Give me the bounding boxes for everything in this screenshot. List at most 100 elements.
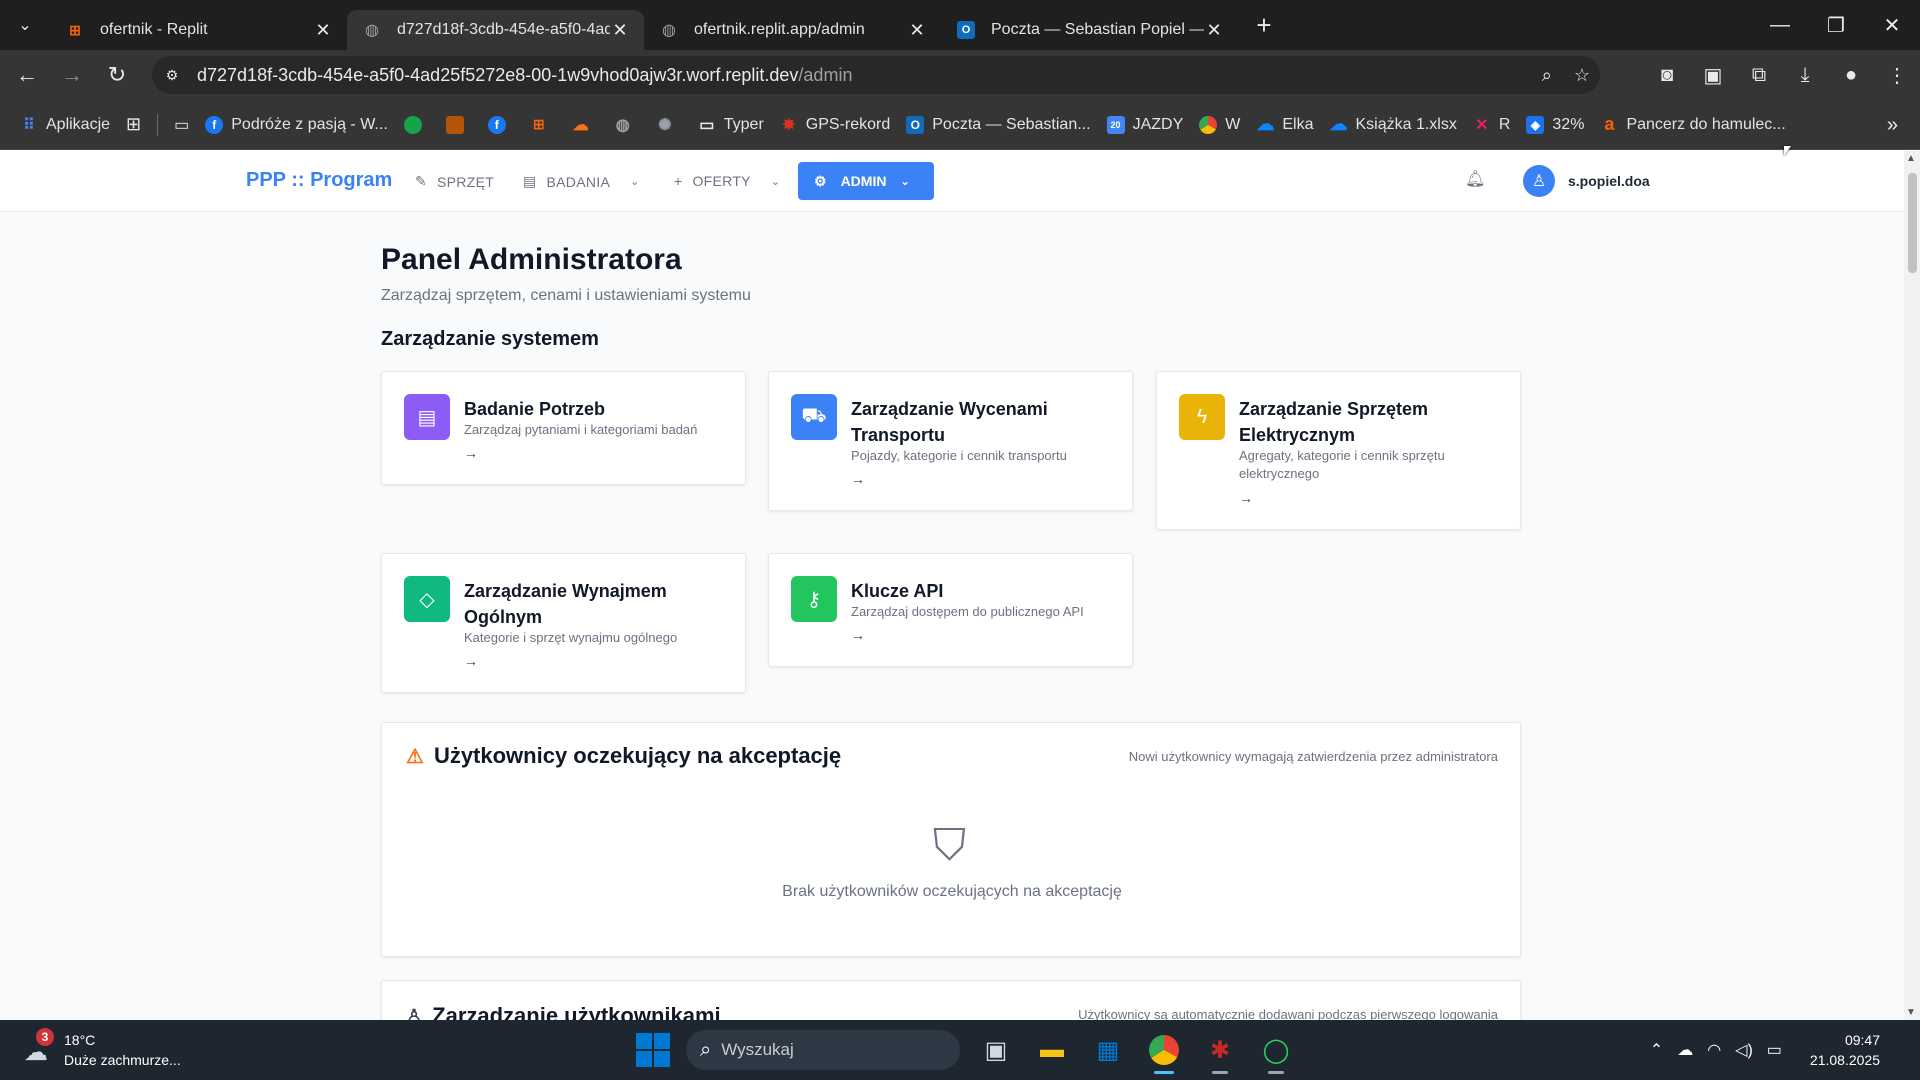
nav-label: ADMIN: [840, 173, 887, 189]
bookmark-gps[interactable]: ✸ GPS-rekord: [772, 109, 898, 141]
brand-logo[interactable]: PPP :: Program: [246, 169, 392, 192]
bookmark-icon-only[interactable]: [396, 109, 438, 141]
search-icon: ⌕: [700, 1038, 712, 1061]
close-tab-icon[interactable]: ✕: [610, 20, 630, 41]
panel-note: Użytkownicy są automatycznie dodawani po…: [1078, 1007, 1498, 1020]
camera-icon[interactable]: ◙: [1644, 64, 1690, 87]
url-text[interactable]: d727d18f-3cdb-454e-a5f0-4ad25f5272e8-00-…: [197, 65, 852, 86]
clipboard-icon: ▤: [523, 173, 537, 189]
chevron-down-icon: ⌄: [630, 176, 640, 188]
more-bookmarks-icon[interactable]: »: [1887, 100, 1898, 150]
close-window-icon[interactable]: ✕: [1864, 0, 1920, 50]
card-wyceny-transportu[interactable]: ⛟ Zarządzanie Wycenami Transportu Pojazd…: [768, 371, 1133, 511]
close-tab-icon[interactable]: ✕: [1204, 20, 1224, 41]
bookmark-w[interactable]: W: [1191, 109, 1248, 141]
bookmark-poczta[interactable]: O Poczta — Sebastian...: [898, 109, 1098, 141]
back-icon[interactable]: ←: [9, 57, 45, 93]
task-view-icon[interactable]: ▣: [976, 1030, 1016, 1070]
windows-start-icon[interactable]: [636, 1033, 670, 1067]
download-icon[interactable]: ⤓: [1782, 64, 1828, 87]
bookmark-icon-only[interactable]: f: [480, 109, 522, 141]
empty-state-text: Brak użytkowników oczekujących na akcept…: [782, 883, 1122, 900]
browser-tab-2[interactable]: ◍ d727d18f-3cdb-454e-a5f0-4ad ✕: [347, 10, 644, 50]
bookmark-pancerz[interactable]: a Pancerz do hamulec...: [1592, 109, 1793, 141]
weather-widget[interactable]: ☁ 3 18°C Duże zachmurze...: [20, 1028, 200, 1072]
bookmark-jazdy[interactable]: 20 JAZDY: [1099, 109, 1192, 141]
arrow-right-icon: →: [1239, 490, 1253, 506]
game-app-icon[interactable]: ✱: [1200, 1030, 1240, 1074]
wifi-icon[interactable]: ◠: [1707, 1040, 1721, 1060]
scroll-down-icon[interactable]: ▼: [1906, 1007, 1916, 1018]
onedrive-tray-icon[interactable]: ☁: [1677, 1040, 1693, 1060]
bookmark-32[interactable]: ◈ 32%: [1518, 109, 1592, 141]
restore-icon[interactable]: ❐: [1808, 0, 1864, 50]
bookmark-icon-only[interactable]: ☁: [564, 109, 606, 141]
taskbar-search[interactable]: ⌕ Wyszukaj: [686, 1030, 960, 1070]
clipboard-icon: ▤: [404, 394, 450, 440]
nav-admin-button[interactable]: ⚙ ADMIN ⌄: [798, 162, 934, 200]
plus-icon: +: [674, 173, 683, 189]
browser-tab-3[interactable]: ◍ ofertnik.replit.app/admin ✕: [644, 10, 941, 50]
card-wynajem-ogolny[interactable]: ◇ Zarządzanie Wynajmem Ogólnym Kategorie…: [381, 553, 746, 693]
folder-icon[interactable]: ▭: [166, 109, 197, 141]
notification-bell-icon[interactable]: 🔔︎: [1465, 169, 1485, 189]
browser-tab-1[interactable]: ⊞ ofertnik - Replit ✕: [50, 10, 347, 50]
username[interactable]: s.popiel.doa: [1568, 173, 1650, 189]
forward-icon[interactable]: →: [54, 57, 90, 93]
chevron-up-icon[interactable]: ⌃: [1650, 1040, 1663, 1060]
card-sprzet-elektryczny[interactable]: ϟ Zarządzanie Sprzętem Elektrycznym Agre…: [1156, 371, 1521, 530]
site-settings-icon[interactable]: ⚙: [157, 60, 187, 90]
profile-avatar-icon[interactable]: ●: [1828, 64, 1874, 87]
cast-icon[interactable]: ▣: [1690, 63, 1736, 88]
close-tab-icon[interactable]: ✕: [313, 20, 333, 41]
bookmark-label: Książka 1.xlsx: [1355, 115, 1457, 133]
close-tab-icon[interactable]: ✕: [907, 20, 927, 41]
card-klucze-api[interactable]: ⚷ Klucze API Zarządzaj dostępem do publi…: [768, 553, 1133, 667]
bookmark-icon-only[interactable]: ◍: [606, 109, 648, 141]
scrollbar-thumb[interactable]: [1908, 173, 1917, 273]
whatsapp-icon[interactable]: ◯: [1256, 1030, 1296, 1074]
chrome-taskbar-icon[interactable]: [1144, 1030, 1184, 1074]
file-explorer-icon[interactable]: ▬: [1032, 1030, 1072, 1070]
nav-oferty[interactable]: + OFERTY ⌄: [674, 173, 780, 189]
bookmark-label: Podróże z pasją - W...: [231, 115, 388, 133]
bookmark-ksiazka[interactable]: ☁ Książka 1.xlsx: [1321, 109, 1464, 141]
address-bar[interactable]: ⚙ d727d18f-3cdb-454e-a5f0-4ad25f5272e8-0…: [152, 56, 1600, 94]
battery-icon[interactable]: ▭: [1767, 1040, 1782, 1060]
users-icon: ♙: [406, 1005, 423, 1021]
bookmark-icon-only[interactable]: ✺: [648, 109, 690, 141]
globe-icon: ◍: [615, 116, 630, 134]
outlook-icon: O: [957, 21, 975, 39]
card-badanie-potrzeb[interactable]: ▤ Badanie Potrzeb Zarządzaj pytaniami i …: [381, 371, 746, 485]
new-tab-button[interactable]: +: [1244, 5, 1284, 45]
nav-badania[interactable]: ▤ BADANIA ⌄: [523, 173, 640, 190]
cloud-icon: ☁: [572, 116, 589, 134]
extensions-icon[interactable]: ⧉: [1736, 64, 1782, 87]
bookmark-icon-only[interactable]: [438, 109, 480, 141]
notification-badge: 3: [36, 1028, 54, 1046]
bookmark-facebook[interactable]: f Podróże z pasją - W...: [197, 109, 396, 141]
scroll-up-icon[interactable]: ▲: [1906, 153, 1916, 164]
volume-icon[interactable]: ◁): [1735, 1040, 1753, 1060]
zoom-icon[interactable]: ⌕: [1542, 65, 1552, 86]
user-avatar-icon[interactable]: ♙: [1523, 165, 1555, 197]
bookmark-star-icon[interactable]: ☆: [1574, 65, 1590, 86]
panel-title: ♙ Zarządzanie użytkownikami: [406, 1003, 721, 1020]
bookmark-apps[interactable]: ⠿ Aplikacje: [12, 109, 118, 141]
clock[interactable]: 09:47 21.08.2025: [1810, 1030, 1880, 1070]
menu-kebab-icon[interactable]: ⋮: [1874, 63, 1920, 88]
bookmark-elka[interactable]: ☁ Elka: [1248, 109, 1321, 141]
microsoft-store-icon[interactable]: ▦: [1088, 1030, 1128, 1070]
nav-sprzet[interactable]: ✎ SPRZĘT: [415, 173, 494, 190]
bookmark-icon-only[interactable]: ⊞: [522, 109, 564, 141]
gps-icon: ✸: [782, 116, 796, 134]
system-tray: ⌃ ☁ ◠ ◁) ▭ 09:47 21.08.2025: [1650, 1020, 1880, 1080]
browser-tab-4[interactable]: O Poczta — Sebastian Popiel — O ✕: [941, 10, 1238, 50]
bookmark-r[interactable]: ✕ R: [1465, 109, 1519, 141]
reload-icon[interactable]: ↻: [99, 57, 135, 93]
minimize-icon[interactable]: —: [1752, 0, 1808, 50]
tab-search-icon[interactable]: ⌄: [0, 0, 50, 50]
tab-groups-icon[interactable]: ⊞: [118, 109, 149, 141]
page-scrollbar[interactable]: ▲ ▼: [1904, 151, 1920, 1020]
bookmark-typer[interactable]: ▭ Typer: [690, 109, 772, 141]
